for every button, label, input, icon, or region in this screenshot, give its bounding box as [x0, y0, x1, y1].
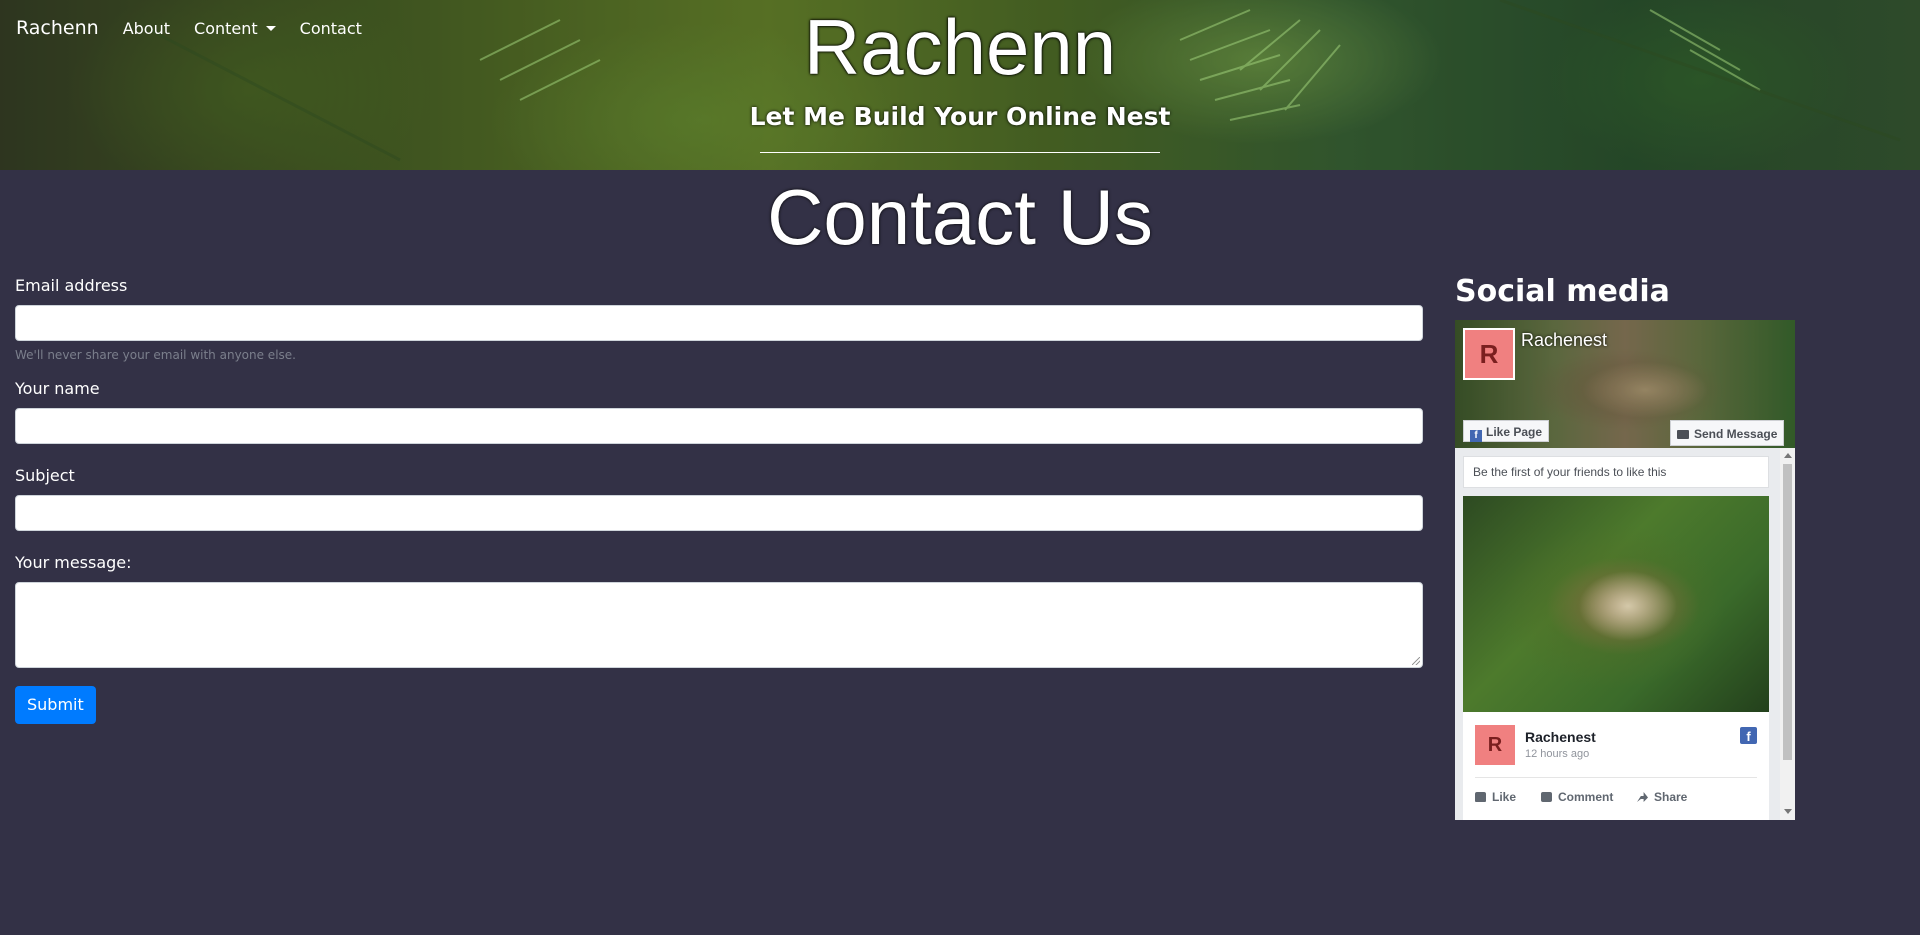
post-divider	[1475, 777, 1757, 778]
email-help-text: We'll never share your email with anyone…	[15, 348, 296, 362]
post-like-label: Like	[1492, 790, 1517, 804]
message-label: Your message:	[15, 553, 132, 572]
post-comment-label: Comment	[1558, 790, 1614, 804]
post-timestamp[interactable]: 12 hours ago	[1525, 748, 1589, 760]
contact-form: Email address We'll never share your ema…	[15, 276, 1425, 724]
hero-divider	[760, 152, 1160, 153]
scrollbar-thumb[interactable]	[1783, 464, 1792, 760]
submit-button[interactable]: Submit	[15, 686, 96, 724]
facebook-page-widget: R Rachenest f Like Page Send Message Be t…	[1455, 320, 1795, 820]
share-arrow-icon	[1637, 792, 1648, 802]
friends-like-text: Be the first of your friends to like thi…	[1463, 456, 1769, 488]
send-message-button[interactable]: Send Message	[1670, 420, 1785, 446]
post-comment-button[interactable]: Comment	[1541, 790, 1613, 804]
facebook-page-avatar[interactable]: R	[1463, 328, 1515, 380]
email-field[interactable]	[15, 305, 1423, 341]
facebook-logo-icon[interactable]: f	[1740, 727, 1757, 744]
facebook-page-name[interactable]: Rachenest	[1521, 330, 1607, 351]
facebook-post: R Rachenest 12 hours ago f Like Comment …	[1463, 496, 1769, 820]
email-label: Email address	[15, 276, 128, 295]
like-page-label: Like Page	[1486, 425, 1543, 439]
post-like-button[interactable]: Like	[1475, 790, 1516, 804]
subject-field[interactable]	[15, 495, 1423, 531]
page-title: Contact Us	[767, 173, 1153, 261]
scroll-down-arrow-icon[interactable]	[1784, 809, 1792, 814]
hero-subtitle: Let Me Build Your Online Nest	[749, 102, 1171, 131]
social-media-heading: Social media	[1455, 274, 1670, 309]
comment-icon	[1541, 792, 1552, 802]
name-label: Your name	[15, 379, 100, 398]
post-photo-nest[interactable]	[1463, 496, 1769, 712]
message-textarea[interactable]	[15, 582, 1423, 668]
hero-banner: Rachenn About Content Contact Rachenn Le…	[0, 0, 1920, 170]
widget-scrollbar[interactable]	[1780, 448, 1795, 820]
hero-title: Rachenn	[803, 3, 1117, 91]
post-author-name[interactable]: Rachenest	[1525, 729, 1596, 745]
resize-handle-icon[interactable]	[1412, 657, 1420, 665]
like-page-button[interactable]: f Like Page	[1463, 420, 1550, 442]
message-icon	[1677, 430, 1689, 439]
scroll-up-arrow-icon[interactable]	[1784, 453, 1792, 458]
name-field[interactable]	[15, 408, 1423, 444]
post-share-button[interactable]: Share	[1637, 790, 1687, 804]
post-share-label: Share	[1654, 790, 1688, 804]
facebook-timeline: Be the first of your friends to like thi…	[1455, 448, 1795, 820]
send-message-label: Send Message	[1694, 427, 1778, 441]
thumbs-up-icon	[1475, 792, 1486, 802]
facebook-f-icon: f	[1470, 430, 1482, 442]
post-author-avatar[interactable]: R	[1475, 725, 1515, 765]
subject-label: Subject	[15, 466, 75, 485]
